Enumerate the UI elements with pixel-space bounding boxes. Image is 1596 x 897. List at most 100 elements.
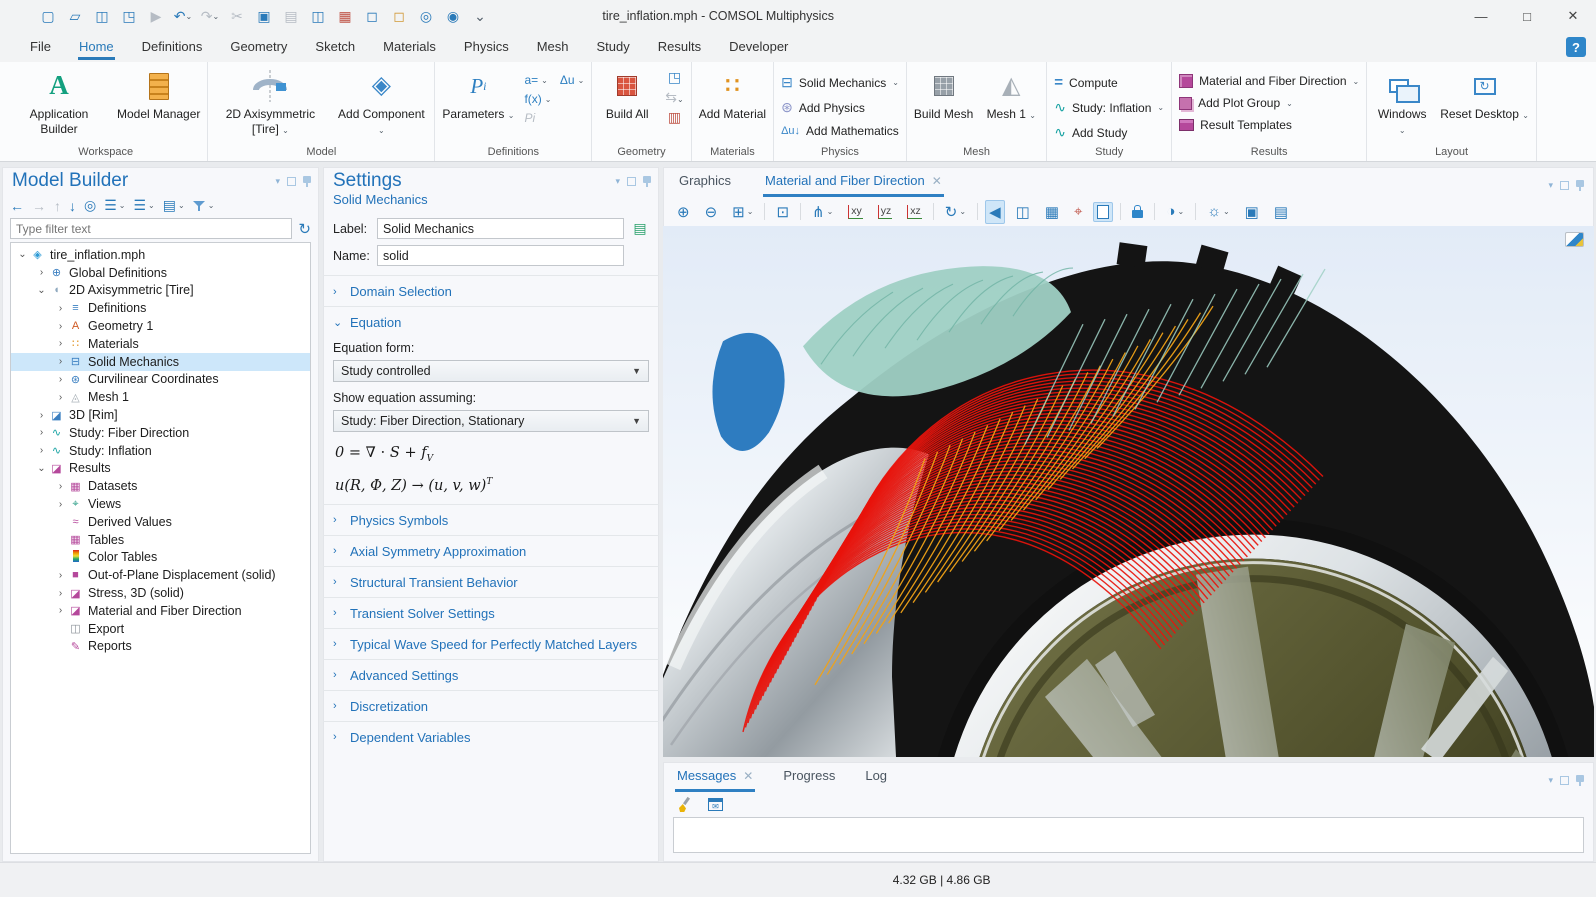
expand-arrow-icon[interactable]: › bbox=[55, 321, 66, 332]
show-axis-orientation-icon[interactable]: ⌖ bbox=[1070, 200, 1086, 223]
close-button[interactable]: ✕ bbox=[1550, 0, 1596, 32]
duplicate-icon[interactable]: ◫ bbox=[305, 3, 331, 29]
expand-arrow-icon[interactable]: ⌄ bbox=[36, 285, 47, 296]
add-plot-group-button[interactable]: Add Plot Group⌄ bbox=[1179, 96, 1359, 110]
color-legend-icon[interactable] bbox=[1093, 202, 1113, 222]
functions-button[interactable]: f(x)⌄ bbox=[524, 92, 584, 106]
show-grid-icon[interactable]: ▦ bbox=[1041, 200, 1063, 224]
tree-item-mesh-1[interactable]: ›◬Mesh 1 bbox=[11, 388, 310, 406]
tree-item-results[interactable]: ⌄◪Results bbox=[11, 460, 310, 478]
section-dependent-variables[interactable]: ›Dependent Variables bbox=[323, 721, 659, 752]
tree-item-export[interactable]: ◫Export bbox=[11, 620, 310, 638]
label-input[interactable] bbox=[377, 218, 624, 239]
run-icon[interactable]: ▶ bbox=[143, 3, 169, 29]
expand-arrow-icon[interactable]: ⌄ bbox=[17, 249, 28, 260]
lock-view-icon[interactable] bbox=[1128, 202, 1147, 221]
find-icon[interactable]: ◎ bbox=[413, 3, 439, 29]
panel-pin-icon[interactable] bbox=[303, 176, 311, 183]
save-as-icon[interactable]: ◳ bbox=[116, 3, 142, 29]
clear-selection-icon[interactable]: ◻ bbox=[386, 3, 412, 29]
expand-arrow-icon[interactable]: › bbox=[55, 303, 66, 314]
model-tree-nodes-icon[interactable]: ▤⌄ bbox=[163, 197, 185, 214]
tree-item-reports[interactable]: ✎Reports bbox=[11, 638, 310, 656]
windows-button[interactable]: Windows⌄ bbox=[1374, 65, 1430, 137]
nonlocal-couplings-button[interactable]: Δu⌄ bbox=[560, 73, 584, 87]
menu-results[interactable]: Results bbox=[644, 32, 715, 62]
menu-file[interactable]: File bbox=[16, 32, 65, 62]
tab-progress[interactable]: Progress bbox=[781, 762, 837, 792]
variables-button[interactable]: a=⌄ bbox=[524, 73, 547, 87]
panel-menu-icon[interactable]: ▾ bbox=[1548, 180, 1553, 191]
insert-sequence-icon[interactable]: ◳ bbox=[665, 69, 683, 86]
view-xz-icon[interactable]: xz bbox=[903, 202, 926, 222]
expand-arrow-icon[interactable]: › bbox=[36, 410, 47, 421]
go-forward-icon[interactable]: → bbox=[32, 198, 46, 214]
menu-home[interactable]: Home bbox=[65, 32, 128, 62]
paste-icon[interactable]: ▤ bbox=[278, 3, 304, 29]
update-geometry-icon[interactable]: ⇆⌄ bbox=[665, 89, 683, 106]
build-mesh-button[interactable]: Build Mesh bbox=[914, 65, 973, 122]
material-fiber-direction-button[interactable]: Material and Fiber Direction⌄ bbox=[1179, 74, 1359, 88]
add-component-button[interactable]: ◈ Add Component ⌄ bbox=[335, 65, 427, 137]
expand-arrow-icon[interactable]: ⌄ bbox=[36, 463, 47, 474]
remove-details-icon[interactable]: ▥ bbox=[665, 109, 683, 126]
add-physics-button[interactable]: ⊛ Add Physics bbox=[781, 99, 899, 116]
help-button[interactable]: ? bbox=[1566, 37, 1586, 57]
tree-item-global-definitions[interactable]: ›⊕Global Definitions bbox=[11, 264, 310, 282]
tree-item-study-fiber-direction[interactable]: ›∿Study: Fiber Direction bbox=[11, 424, 310, 442]
rotate-view-icon[interactable]: ↻⌄ bbox=[941, 200, 970, 224]
add-material-button[interactable]: ∷ Add Material bbox=[699, 65, 766, 122]
snapshot-overlay-icon[interactable] bbox=[1565, 232, 1584, 247]
section-structural-transient-behavior[interactable]: ›Structural Transient Behavior bbox=[323, 566, 659, 597]
section-transient-solver-settings[interactable]: ›Transient Solver Settings bbox=[323, 597, 659, 628]
print-icon[interactable]: ▤ bbox=[1270, 200, 1292, 224]
view-xy-icon[interactable]: xy bbox=[844, 202, 867, 222]
undo-icon[interactable]: ↶⌄ bbox=[170, 3, 196, 29]
expand-arrow-icon[interactable]: › bbox=[55, 570, 66, 581]
name-input[interactable] bbox=[377, 245, 624, 266]
axisymmetric-component-button[interactable]: 2D Axisymmetric [Tire] ⌄ bbox=[215, 65, 325, 137]
tree-item-tire-inflation-mph[interactable]: ⌄◈tire_inflation.mph bbox=[11, 246, 310, 264]
collapse-all-icon[interactable]: ☰⌄ bbox=[104, 197, 125, 214]
show-equation-select[interactable]: Study: Fiber Direction, Stationary▼ bbox=[333, 410, 649, 432]
filter-funnel-icon[interactable]: ⌄ bbox=[193, 200, 215, 212]
move-down-icon[interactable]: ↓ bbox=[69, 198, 76, 214]
scene-settings-icon[interactable]: ☼⌄ bbox=[1203, 200, 1233, 223]
delete-icon[interactable]: ▦ bbox=[332, 3, 358, 29]
expand-arrow-icon[interactable]: › bbox=[36, 445, 47, 456]
tree-item-2d-axisymmetric-tire[interactable]: ⌄◖2D Axisymmetric [Tire] bbox=[11, 282, 310, 300]
reset-desktop-button[interactable]: ↻ Reset Desktop ⌄ bbox=[1440, 65, 1529, 122]
cut-icon[interactable]: ✂ bbox=[224, 3, 250, 29]
panel-pin-icon[interactable] bbox=[643, 176, 651, 183]
tree-item-solid-mechanics[interactable]: ›⊟Solid Mechanics bbox=[11, 353, 310, 371]
move-up-icon[interactable]: ↑ bbox=[54, 198, 61, 214]
open-in-window-icon[interactable]: ✉ bbox=[704, 795, 727, 814]
tab-close-icon[interactable]: ✕ bbox=[743, 769, 753, 783]
panel-pin-icon[interactable] bbox=[1576, 775, 1584, 782]
save-icon[interactable]: ◫ bbox=[89, 3, 115, 29]
image-snapshot-icon[interactable]: ▣ bbox=[1241, 200, 1263, 224]
panel-pin-icon[interactable] bbox=[1576, 180, 1584, 187]
section-discretization[interactable]: ›Discretization bbox=[323, 690, 659, 721]
tab-log[interactable]: Log bbox=[863, 762, 889, 792]
expand-arrow-icon[interactable]: › bbox=[55, 588, 66, 599]
section-physics-symbols[interactable]: ›Physics Symbols bbox=[323, 504, 659, 535]
panel-menu-icon[interactable]: ▾ bbox=[615, 176, 620, 187]
filter-input[interactable] bbox=[10, 218, 292, 239]
new-file-icon[interactable]: ▢ bbox=[35, 3, 61, 29]
expand-arrow-icon[interactable]: › bbox=[55, 499, 66, 510]
view-yz-icon[interactable]: yz bbox=[874, 202, 897, 222]
zoom-box-icon[interactable]: ⊞⌄ bbox=[728, 200, 757, 224]
mesh-1-button[interactable]: ◭ Mesh 1 ⌄ bbox=[983, 65, 1039, 122]
menu-study[interactable]: Study bbox=[583, 32, 644, 62]
application-builder-button[interactable]: A Application Builder bbox=[11, 65, 107, 137]
more-commands-icon[interactable]: ⌄ bbox=[467, 3, 493, 29]
scene-light-icon[interactable]: ◀ bbox=[985, 200, 1005, 224]
menu-mesh[interactable]: Mesh bbox=[523, 32, 583, 62]
tree-item-geometry-1[interactable]: ›AGeometry 1 bbox=[11, 317, 310, 335]
select-box-icon[interactable]: ◻ bbox=[359, 3, 385, 29]
zoom-find-icon[interactable]: ◉ bbox=[440, 3, 466, 29]
copy-icon[interactable]: ▣ bbox=[251, 3, 277, 29]
solid-mechanics-button[interactable]: ⊟ Solid Mechanics⌄ bbox=[781, 74, 899, 91]
menu-sketch[interactable]: Sketch bbox=[301, 32, 369, 62]
